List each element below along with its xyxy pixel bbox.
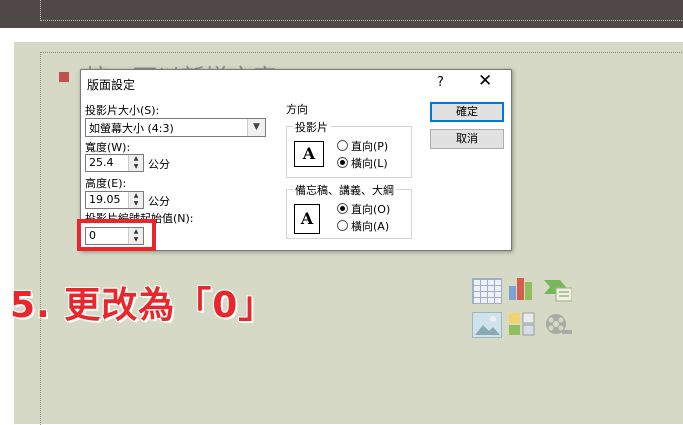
help-icon[interactable]: ? <box>437 75 444 90</box>
notes-portrait-radio[interactable]: 直向(O) <box>337 201 390 217</box>
picture-icon[interactable] <box>472 312 502 338</box>
close-icon[interactable]: ✕ <box>478 71 492 91</box>
orientation-label: 方向 <box>286 103 308 116</box>
notes-landscape-label: 橫向(A) <box>351 220 390 233</box>
cancel-button[interactable]: 取消 <box>430 129 504 149</box>
height-value[interactable]: 19.05 <box>89 193 121 206</box>
spin-up-icon[interactable]: ▲ <box>129 192 143 200</box>
spin-down-icon[interactable]: ▼ <box>129 200 143 208</box>
slides-portrait-radio[interactable]: 直向(P) <box>337 138 388 154</box>
top-placeholder-border <box>40 0 683 21</box>
smartart-icon[interactable] <box>544 278 573 302</box>
chart-icon[interactable] <box>508 276 536 300</box>
instruction-callout: 5. 更改為「0」 <box>10 285 276 326</box>
notes-landscape-radio[interactable]: 橫向(A) <box>337 218 389 234</box>
spin-down-icon[interactable]: ▼ <box>129 163 143 171</box>
radio-indicator[interactable] <box>337 140 348 151</box>
dialog-title: 版面設定 <box>87 78 136 92</box>
radio-indicator[interactable] <box>337 157 348 168</box>
notes-portrait-label: 直向(O) <box>351 203 391 216</box>
spin-up-icon[interactable]: ▲ <box>129 155 143 163</box>
slide-size-select[interactable]: 如螢幕大小 (4:3) ▼ <box>85 118 266 137</box>
landscape-page-icon: A <box>294 141 324 167</box>
clip-art-icon[interactable] <box>508 312 536 336</box>
height-unit: 公分 <box>148 195 170 208</box>
portrait-page-icon: A <box>294 204 320 234</box>
media-icon[interactable] <box>544 312 572 336</box>
notes-group-label: 備忘稿、講義、大綱 <box>293 182 396 198</box>
slides-group-label: 投影片 <box>293 119 330 135</box>
chevron-down-icon[interactable]: ▼ <box>247 119 265 136</box>
ok-button[interactable]: 確定 <box>430 102 504 122</box>
slides-portrait-label: 直向(P) <box>351 140 389 153</box>
table-icon[interactable] <box>472 278 502 304</box>
height-label: 高度(E): <box>85 177 127 190</box>
bullet-marker <box>59 72 69 82</box>
width-value[interactable]: 25.4 <box>89 156 114 169</box>
radio-indicator[interactable] <box>337 203 348 214</box>
notes-orientation-group: 備忘稿、講義、大綱 A 直向(O) 橫向(A) <box>286 182 412 239</box>
slide-size-label: 投影片大小(S): <box>85 104 160 117</box>
height-spinner[interactable]: 19.05 ▲ ▼ <box>85 191 144 209</box>
slides-orientation-group: 投影片 A 直向(P) 橫向(L) <box>286 119 412 178</box>
slide-size-value: 如螢幕大小 (4:3) <box>89 122 174 135</box>
width-label: 寬度(W): <box>85 141 131 154</box>
highlight-box <box>77 219 156 251</box>
radio-indicator[interactable] <box>337 220 348 231</box>
slides-landscape-radio[interactable]: 橫向(L) <box>337 155 388 171</box>
slides-landscape-label: 橫向(L) <box>351 157 388 170</box>
height-spin-buttons[interactable]: ▲ ▼ <box>128 192 143 208</box>
width-spin-buttons[interactable]: ▲ ▼ <box>128 155 143 171</box>
width-unit: 公分 <box>148 158 170 171</box>
width-spinner[interactable]: 25.4 ▲ ▼ <box>85 154 144 172</box>
